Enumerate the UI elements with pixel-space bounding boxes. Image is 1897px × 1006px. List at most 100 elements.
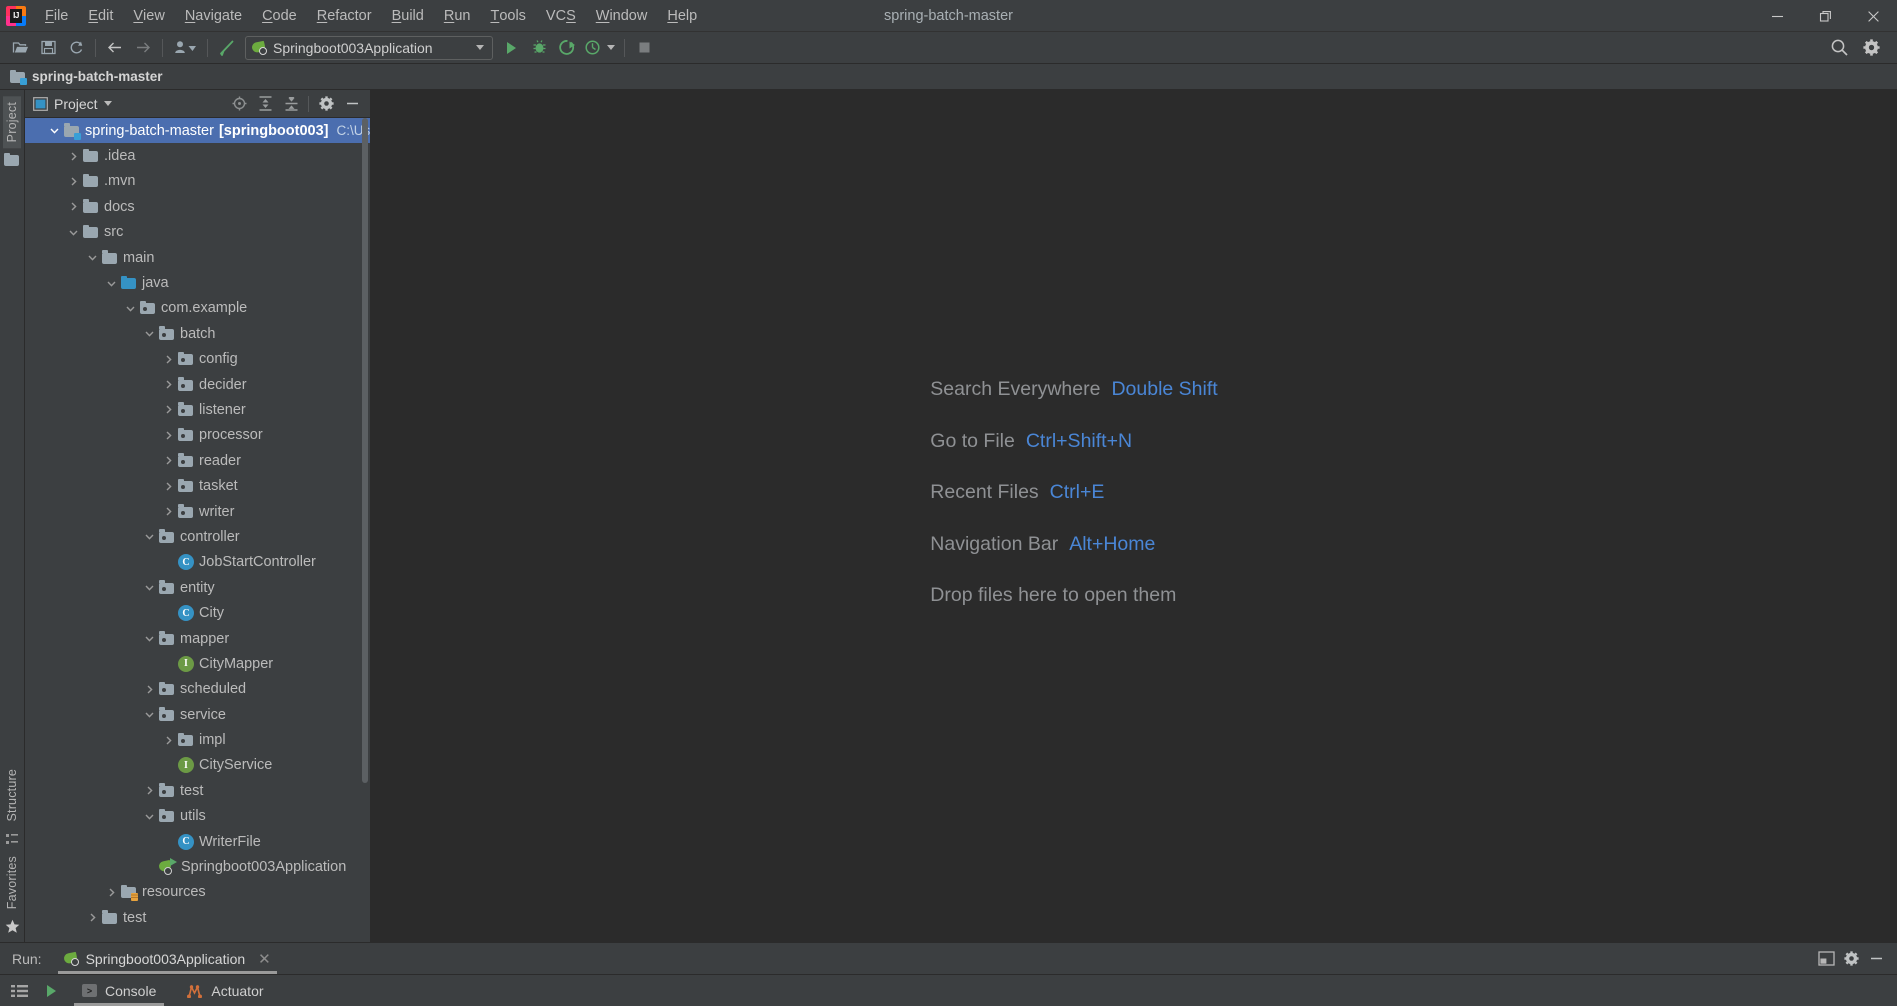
tree-node-impl[interactable]: impl	[25, 727, 370, 752]
chevron-down-icon[interactable]	[142, 708, 156, 722]
rail-item-structure[interactable]: Structure	[3, 763, 21, 828]
gear-icon[interactable]	[1843, 950, 1860, 967]
hide-icon[interactable]	[1868, 950, 1885, 967]
star-icon[interactable]	[5, 919, 20, 934]
tree-node-main[interactable]: main	[25, 245, 370, 270]
run-configuration-selector[interactable]: Springboot003Application	[245, 35, 493, 60]
navigation-bar[interactable]: spring-batch-master	[0, 64, 1897, 90]
chevron-right-icon[interactable]	[161, 505, 175, 519]
run-tab-springboot003application[interactable]: Springboot003Application ✕	[57, 946, 277, 974]
chevron-down-icon[interactable]	[142, 530, 156, 544]
close-button[interactable]	[1849, 0, 1897, 32]
chevron-right-icon[interactable]	[161, 454, 175, 468]
chevron-right-icon[interactable]	[66, 174, 80, 188]
run-with-coverage-button[interactable]	[553, 35, 581, 61]
chevron-down-icon[interactable]	[142, 632, 156, 646]
chevron-down-icon[interactable]	[142, 327, 156, 341]
chevron-right-icon[interactable]	[161, 378, 175, 392]
tree-node-java[interactable]: java	[25, 270, 370, 295]
tree-node-service[interactable]: service	[25, 702, 370, 727]
chevron-right-icon[interactable]	[66, 149, 80, 163]
tree-node-resources[interactable]: resources	[25, 880, 370, 905]
chevron-right-icon[interactable]	[142, 682, 156, 696]
restore-layout-icon[interactable]	[1818, 951, 1835, 966]
menu-item-edit[interactable]: Edit	[78, 0, 123, 31]
tree-node--mvn[interactable]: .mvn	[25, 169, 370, 194]
rail-item-favorites[interactable]: Favorites	[3, 850, 21, 915]
chevron-down-icon[interactable]	[103, 101, 112, 106]
chevron-right-icon[interactable]	[161, 403, 175, 417]
expand-all-icon[interactable]	[253, 93, 277, 115]
tree-node-entity[interactable]: entity	[25, 575, 370, 600]
debug-button[interactable]	[525, 35, 553, 61]
save-all-icon[interactable]	[34, 35, 62, 61]
tree-node-writer[interactable]: writer	[25, 499, 370, 524]
chevron-down-icon[interactable]	[123, 301, 137, 315]
module-icon[interactable]	[4, 152, 20, 173]
chevron-down-icon[interactable]	[47, 124, 61, 138]
chevron-down-icon[interactable]	[142, 581, 156, 595]
tree-node-com-example[interactable]: com.example	[25, 296, 370, 321]
tree-node-scheduled[interactable]: scheduled	[25, 677, 370, 702]
run-button[interactable]	[497, 35, 525, 61]
tree-scrollbar[interactable]	[362, 118, 368, 783]
breadcrumb-project[interactable]: spring-batch-master	[32, 69, 163, 84]
search-icon[interactable]	[1825, 35, 1853, 61]
chevron-right-icon[interactable]	[161, 479, 175, 493]
tree-node-decider[interactable]: decider	[25, 372, 370, 397]
menu-item-refactor[interactable]: Refactor	[307, 0, 382, 31]
tree-node-docs[interactable]: docs	[25, 194, 370, 219]
chevron-down-icon[interactable]	[66, 225, 80, 239]
menu-item-help[interactable]: Help	[657, 0, 707, 31]
tree-node-tasket[interactable]: tasket	[25, 473, 370, 498]
tree-node--idea[interactable]: .idea	[25, 143, 370, 168]
project-tree[interactable]: spring-batch-master[springboot003]C:\Use…	[25, 118, 370, 942]
hide-icon[interactable]	[340, 93, 364, 115]
menu-item-navigate[interactable]: Navigate	[175, 0, 252, 31]
rerun-button[interactable]	[36, 977, 66, 1005]
chevron-right-icon[interactable]	[161, 733, 175, 747]
menu-item-build[interactable]: Build	[382, 0, 434, 31]
menu-item-view[interactable]: View	[123, 0, 174, 31]
chevron-down-icon[interactable]	[142, 809, 156, 823]
chevron-down-icon[interactable]	[85, 251, 99, 265]
minimize-button[interactable]	[1753, 0, 1801, 32]
open-icon[interactable]	[6, 35, 34, 61]
menu-item-run[interactable]: Run	[434, 0, 481, 31]
tree-node-reader[interactable]: reader	[25, 448, 370, 473]
chevron-right-icon[interactable]	[66, 200, 80, 214]
tree-node-city[interactable]: C City	[25, 600, 370, 625]
tree-node-listener[interactable]: listener	[25, 397, 370, 422]
tree-node-cityservice[interactable]: I CityService	[25, 753, 370, 778]
tree-node-test[interactable]: test	[25, 905, 370, 930]
tree-node-mapper[interactable]: mapper	[25, 626, 370, 651]
profiler-dropdown-icon[interactable]	[603, 35, 619, 61]
tree-node-spring-batch-master[interactable]: spring-batch-master[springboot003]C:\Use…	[25, 118, 370, 144]
tab-actuator[interactable]: Actuator	[172, 975, 277, 1006]
chevron-right-icon[interactable]	[85, 911, 99, 925]
tree-node-config[interactable]: config	[25, 347, 370, 372]
stop-button[interactable]	[630, 35, 658, 61]
chevron-down-icon[interactable]	[104, 276, 118, 290]
chevron-right-icon[interactable]	[161, 352, 175, 366]
collapse-all-icon[interactable]	[279, 93, 303, 115]
chevron-right-icon[interactable]	[104, 885, 118, 899]
forward-icon[interactable]	[129, 35, 157, 61]
tree-node-jobstartcontroller[interactable]: C JobStartController	[25, 550, 370, 575]
rail-item-project[interactable]: Project	[3, 96, 21, 149]
sync-icon[interactable]	[62, 35, 90, 61]
menu-item-vcs[interactable]: VC S	[536, 0, 586, 31]
locate-icon[interactable]	[227, 93, 251, 115]
tab-console[interactable]: > Console	[68, 975, 170, 1006]
profiler-button[interactable]	[581, 35, 603, 61]
editor-area[interactable]: Search Everywhere Double Shift Go to File C…	[371, 90, 1897, 942]
tree-node-test[interactable]: test	[25, 778, 370, 803]
tree-node-src[interactable]: src	[25, 220, 370, 245]
tree-node-processor[interactable]: processor	[25, 423, 370, 448]
chevron-right-icon[interactable]	[142, 784, 156, 798]
restore-button[interactable]	[1801, 0, 1849, 32]
chevron-down-icon[interactable]	[476, 45, 484, 50]
settings-gear-icon[interactable]	[1857, 35, 1885, 61]
menu-item-tools[interactable]: Tools	[480, 0, 535, 31]
chevron-right-icon[interactable]	[161, 428, 175, 442]
